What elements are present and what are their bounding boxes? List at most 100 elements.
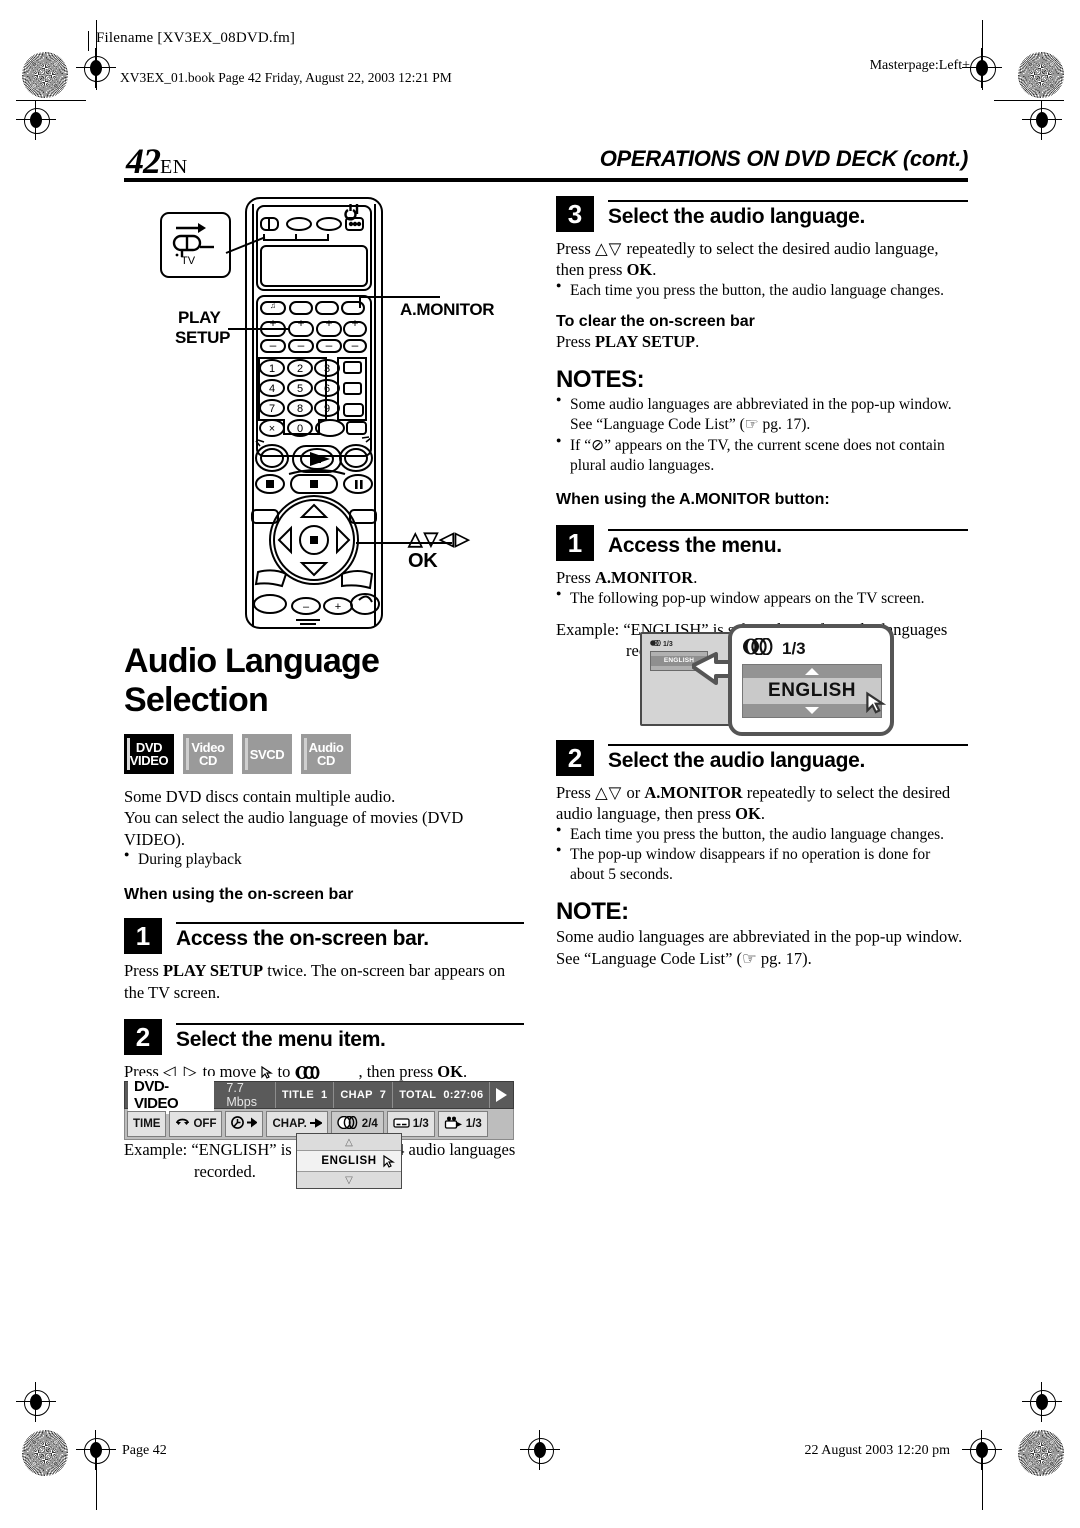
slug-filename-text: Filename [XV3EX_08DVD.fm] (96, 30, 296, 46)
tv-switch-icon: TV (172, 223, 214, 267)
left-step-1-body-pre: Press (124, 961, 163, 981)
right-step-1-bullet: The following pop-up window appears on t… (556, 588, 968, 609)
up-down-arrow-icon: △▽ (594, 783, 623, 802)
osd-audio-label: 2/4 (361, 1118, 378, 1130)
callout-language-value: ENGLISH (743, 678, 881, 704)
tv-popup-figure: 1/3 ENGLISH 1/3 ENGLISH (636, 624, 894, 736)
osd-repeat-button[interactable]: OFF (169, 1111, 223, 1137)
crop-line-top-right (994, 100, 1064, 101)
subtitle-icon (393, 1117, 410, 1132)
osd-total-label: TOTAL (399, 1089, 437, 1101)
osd-play-icon (489, 1082, 513, 1108)
osd-time-button[interactable]: TIME (127, 1111, 167, 1137)
right-step-2-bullet-2-text: The pop-up window disappears if no opera… (570, 845, 931, 883)
label-setup: SETUP (175, 328, 230, 348)
label-play: PLAY (178, 308, 221, 328)
svg-text:–: – (326, 338, 333, 352)
svg-text:+: + (351, 316, 358, 330)
osd-angle-label: 1/3 (465, 1118, 482, 1130)
notes-item-2-text: If “⊘” appears on the TV, the current sc… (570, 436, 945, 474)
svg-text:+: + (325, 316, 332, 330)
left-step-2-body-ok: OK (437, 1062, 463, 1082)
slug-book-line: XV3EX_01.book Page 42 Friday, August 22,… (120, 70, 452, 85)
left-step-2-number: 2 (124, 1019, 162, 1056)
right-step-2-body-bold: A.MONITOR (644, 783, 743, 802)
clear-bar-body-pre: Press (556, 331, 595, 351)
right-step-3-bullet-text: Each time you press the button, the audi… (570, 281, 945, 299)
osd-total-value: 0:27:06 (443, 1089, 484, 1101)
pointer-cursor-icon (382, 1154, 395, 1169)
repeat-icon (175, 1117, 190, 1131)
right-step-3-number: 3 (556, 196, 594, 232)
starburst-mark-bottomleft (22, 1430, 68, 1476)
notes-heading: NOTES: (556, 366, 645, 394)
svg-text:7: 7 (269, 403, 275, 415)
audio-icon-large (742, 637, 776, 660)
left-step-1: 1 Access the on-screen bar. (124, 918, 524, 955)
osd-title-value: 1 (320, 1089, 328, 1101)
label-setup-text: SETUP (175, 328, 231, 347)
svg-text:♫: ♫ (270, 301, 276, 310)
badge-audio-cd: Audio CD (301, 734, 351, 774)
left-step-1-rule (176, 922, 524, 925)
svg-text:1: 1 (269, 363, 275, 375)
right-step-3-rule (608, 200, 968, 202)
right-step-3-bullet: Each time you press the button, the audi… (556, 280, 968, 301)
osd-angle-button[interactable]: 1/3 (437, 1111, 488, 1137)
right-step-3-body-end: . (652, 260, 657, 280)
onscreen-bar-status-row: DVD-VIDEO 7.7 Mbps TITLE 1 CHAP 7 TOTAL … (124, 1076, 514, 1114)
label-ok-text: OK (408, 550, 438, 572)
note-body: Some audio languages are abbreviated in … (556, 927, 963, 968)
crop-line-right-bottom (982, 1448, 983, 1510)
page-number-block: 42EN (126, 140, 188, 182)
footer-left: Page 42 (122, 1443, 167, 1458)
right-step-1-rule (608, 529, 968, 532)
badge-audio-cd-line2: CD (317, 753, 335, 768)
starburst-mark-topleft (22, 52, 68, 98)
callout-down-arrow[interactable] (743, 704, 881, 717)
remote-control-illustration: 123 456 789 × 0 + + + + – – – – – + ♫ TV (160, 190, 510, 630)
osd-chapter-label: CHAP (340, 1089, 373, 1101)
left-step-2: 2 Select the menu item. (124, 1019, 524, 1056)
tv-switch-label: TV (181, 255, 196, 267)
badge-svcd: SVCD (242, 734, 292, 774)
leader-amonitor-stem (359, 296, 361, 308)
notes-item-2: If “⊘” appears on the TV, the current sc… (556, 435, 968, 476)
osd-time-search-button[interactable] (225, 1111, 264, 1137)
page-title: OPERATIONS ON DVD DECK (cont.) (599, 146, 969, 171)
tv-mini-label-text: 1/3 (663, 640, 673, 648)
callout-up-arrow[interactable] (743, 665, 881, 678)
left-step-2-body-mid2: to (273, 1062, 295, 1082)
clear-bar-body-bold: PLAY SETUP (594, 331, 696, 351)
clear-bar-body: Press PLAY SETUP. (556, 331, 968, 352)
label-arrow-keys: △▽◁▷ (408, 528, 470, 551)
right-step-1-number: 1 (556, 525, 594, 562)
left-step-2-rule (176, 1023, 524, 1026)
right-step-2-rule (608, 744, 968, 746)
clear-bar-body-end: . (695, 331, 700, 351)
right-step-3-body-ok: OK (626, 260, 653, 280)
osd-popup-value: ENGLISH (321, 1155, 377, 1167)
crop-line-left-bottom (96, 1448, 97, 1510)
osd-popup-up-arrow[interactable]: △ (297, 1134, 401, 1151)
right-step-1-bullet-text: The following pop-up window appears on t… (570, 589, 925, 607)
svg-text:4: 4 (269, 383, 275, 395)
crop-line-right (982, 20, 983, 90)
svg-text:5: 5 (297, 383, 303, 395)
svg-text:–: – (298, 338, 305, 352)
footer-right: 22 August 2003 12:20 pm (804, 1443, 950, 1458)
svg-text:6: 6 (324, 383, 330, 395)
slug-masterpage: Masterpage:Left+ (869, 58, 970, 73)
osd-total-field: TOTAL 0:27:06 (392, 1082, 489, 1108)
badge-svcd-line1: SVCD (249, 746, 285, 762)
note-heading: NOTE: (556, 898, 629, 926)
right-step-2-number: 2 (556, 740, 594, 776)
osd-popup-down-arrow[interactable]: ▽ (297, 1171, 401, 1188)
svg-text:+: + (297, 316, 304, 330)
svg-text:2: 2 (297, 363, 303, 375)
right-step-2: 2 Select the audio language. (556, 740, 968, 776)
label-arrow-keys-text: △▽◁▷ (408, 529, 471, 550)
label-amonitor-text: A.MONITOR (400, 300, 495, 319)
starburst-mark-topright (1018, 52, 1064, 98)
svg-text:9: 9 (324, 403, 330, 415)
